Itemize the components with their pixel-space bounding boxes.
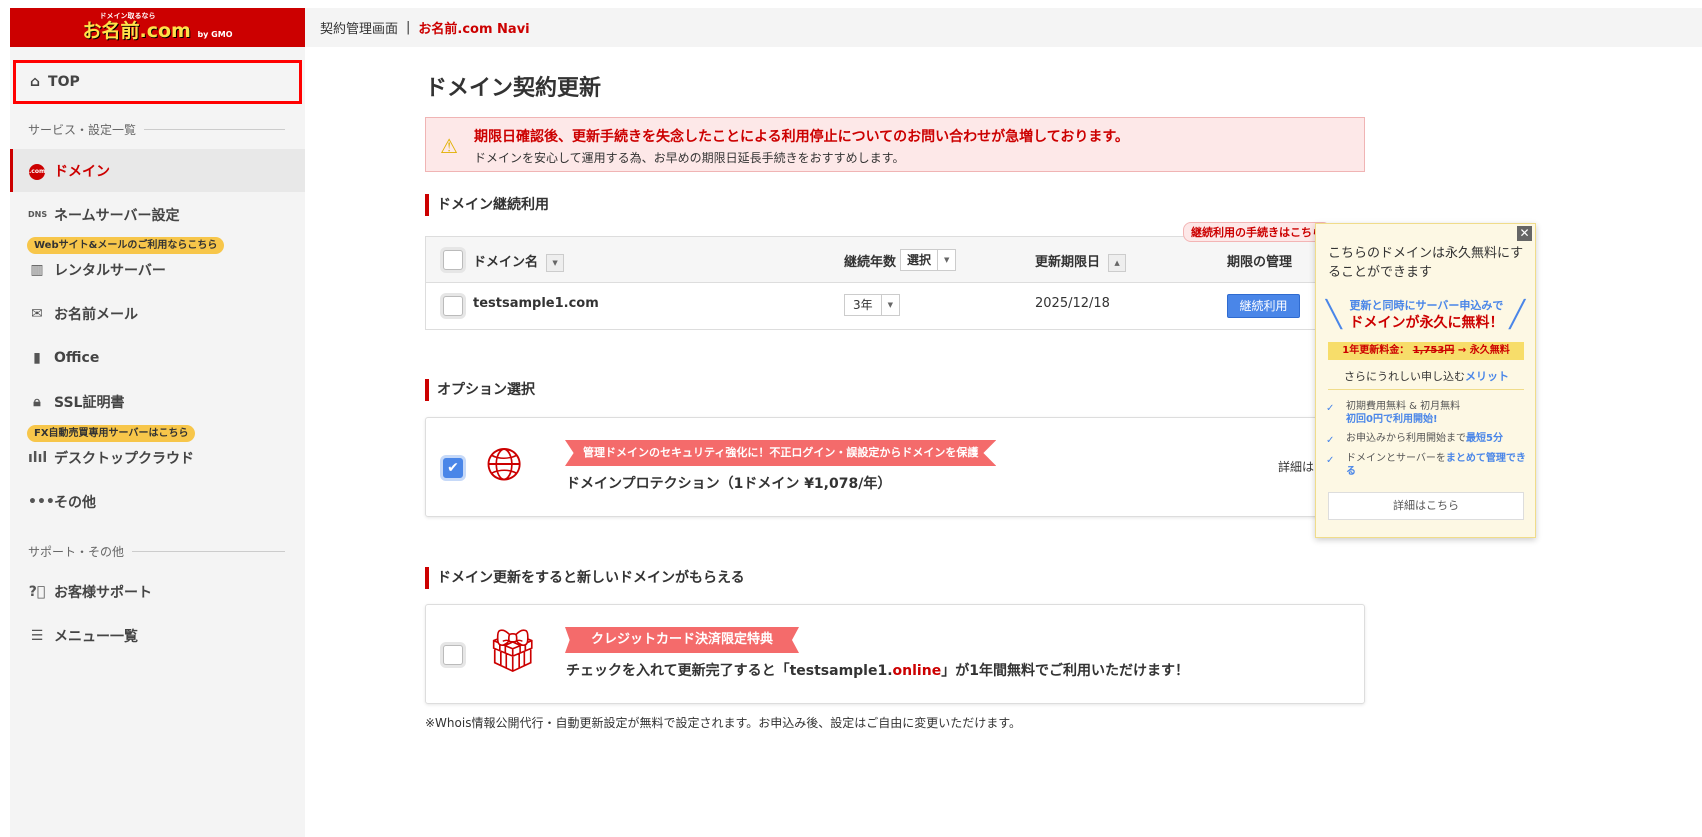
benefit-item: ✓ ドメインとサーバーをまとめて管理できる xyxy=(1326,453,1526,477)
office-icon: ▮ xyxy=(33,349,41,366)
sidebar-item-menu-list[interactable]: ☰ メニュー一覧 xyxy=(10,614,305,657)
sidebar-item-top[interactable]: ⌂ TOP xyxy=(13,60,302,104)
option-ribbon: 管理ドメインのセキュリティ強化に！不正ログイン・誤設定からドメインを保護 xyxy=(565,440,997,466)
dns-icon: DNS xyxy=(28,210,48,219)
server-icon: ▥ xyxy=(30,261,44,278)
warning-icon: ⚠ xyxy=(440,134,458,158)
section-header-support: サポート・その他 xyxy=(28,543,285,560)
www-shield-icon: 🌐︎ xyxy=(486,437,523,491)
more-icon: ••• xyxy=(28,493,55,510)
lock-icon: 🔒︎ xyxy=(33,393,41,410)
select-all-checkbox[interactable] xyxy=(443,250,463,270)
price-banner: 1年更新料金： 1,753円 → 永久無料 xyxy=(1328,342,1524,360)
top-bar: 契約管理画面 | お名前.com Navi xyxy=(305,8,1702,47)
sidebar: ⌂ TOP サービス・設定一覧 .com ドメイン DNS ネームサーバー設定 Web… xyxy=(10,47,305,837)
sort-domain-button[interactable]: ▼ xyxy=(546,253,565,272)
free-domain-popup: ✕ こちらのドメインは永久無料にすることができます ╲ ╱ 更新と同時にサーバー… xyxy=(1315,223,1536,538)
mail-icon: ✉ xyxy=(31,305,43,322)
renewal-tip-bubble: 継続利用の手続きはこちら xyxy=(1183,222,1331,242)
warning-alert: ⚠ 期限日確認後、更新手続きを失念したことによる利用停止についてのお問い合わせが… xyxy=(425,117,1365,172)
check-icon: ✓ xyxy=(1326,403,1335,414)
table-row: testsample1.com 3年 ▼ 2025/12/18 継続利用 xyxy=(426,283,1364,329)
gift-text: チェックを入れて更新完了すると「testsample1.online」が1年間無… xyxy=(566,663,1189,679)
option-card-domain-protection: ✔ 🌐︎ 管理ドメインのセキュリティ強化に！不正ログイン・誤設定からドメインを保… xyxy=(425,417,1365,517)
breadcrumb[interactable]: 契約管理画面 xyxy=(320,18,398,37)
section-heading-gift: ドメイン更新をすると新しいドメインがもらえる xyxy=(425,567,745,589)
option-label: ドメインプロテクション（1ドメイン ¥1,078/年） xyxy=(566,476,892,492)
continue-use-button[interactable]: 継続利用 xyxy=(1227,294,1300,318)
check-icon: ✓ xyxy=(1326,435,1335,446)
option-checkbox[interactable]: ✔ xyxy=(443,458,463,478)
section-heading-renewal: ドメイン継続利用 xyxy=(425,194,549,216)
divider xyxy=(1328,389,1524,390)
benefit-item: ✓ お申込みから利用開始まで最短5分 xyxy=(1326,433,1503,446)
page-title: ドメイン契約更新 xyxy=(425,76,602,101)
table-header: ドメイン名 ▼ 継続年数 選択 ▼ 更新期限日 ▲ 期限の管理 継続利用の手続きはこち… xyxy=(426,222,1364,283)
gift-card: 🎁︎ クレジットカード決済限定特典 チェックを入れて更新完了すると「testsa… xyxy=(425,604,1365,704)
sidebar-item-other[interactable]: ••• その他 xyxy=(10,480,305,523)
close-icon[interactable]: ✕ xyxy=(1517,226,1532,241)
sidebar-item-ssl[interactable]: 🔒︎ SSL証明書 xyxy=(10,380,305,423)
sidebar-item-office[interactable]: ▮ Office xyxy=(10,336,305,379)
footnote: ※Whois情報公開代行・自動更新設定が無料で設定されます。お申込み後、設定はご… xyxy=(425,716,1022,730)
domain-table: ドメイン名 ▼ 継続年数 選択 ▼ 更新期限日 ▲ 期限の管理 継続利用の手続きはこち… xyxy=(425,222,1365,330)
sidebar-item-support[interactable]: ?⃝ お客様サポート xyxy=(10,570,305,613)
gift-ribbon: クレジットカード決済限定特典 xyxy=(565,627,800,653)
home-icon: ⌂ xyxy=(30,74,41,90)
chevron-down-icon: ▼ xyxy=(937,250,955,270)
section-header-services: サービス・設定一覧 xyxy=(28,121,285,138)
popup-details-button[interactable]: 詳細はこちら xyxy=(1328,492,1524,520)
sidebar-item-desktop-cloud[interactable]: ılıl デスクトップクラウド xyxy=(10,436,305,479)
option-details-link[interactable]: 詳細は xyxy=(1278,458,1314,475)
chart-candle-icon: ılıl xyxy=(28,449,48,466)
row-checkbox[interactable] xyxy=(443,296,463,316)
gift-checkbox[interactable] xyxy=(443,645,463,665)
list-icon: ☰ xyxy=(30,627,44,644)
app-name: お名前.com Navi xyxy=(418,22,530,37)
years-select-all[interactable]: 選択 ▼ xyxy=(900,249,957,271)
gift-icon: 🎁︎ xyxy=(486,626,540,675)
sidebar-item-domain[interactable]: .com ドメイン xyxy=(10,149,305,192)
chevron-down-icon: ▼ xyxy=(880,295,899,315)
sidebar-item-nameserver[interactable]: DNS ネームサーバー設定 xyxy=(10,193,305,236)
sidebar-item-mail[interactable]: ✉ お名前メール xyxy=(10,292,305,335)
section-heading-options: オプション選択 xyxy=(425,379,535,401)
years-select[interactable]: 3年 ▼ xyxy=(844,294,901,316)
logo[interactable]: ドメイン取るなら お名前.com by GMO xyxy=(10,8,305,47)
dotcom-icon: .com xyxy=(28,161,46,180)
check-icon: ✓ xyxy=(1326,455,1335,466)
sort-expiry-button[interactable]: ▲ xyxy=(1108,253,1127,272)
sidebar-item-rental-server[interactable]: ▥ レンタルサーバー xyxy=(10,248,305,291)
help-icon: ?⃝ xyxy=(28,583,46,600)
benefit-item: ✓ 初期費用無料 & 初月無料 初回0円で利用開始! xyxy=(1326,401,1461,425)
